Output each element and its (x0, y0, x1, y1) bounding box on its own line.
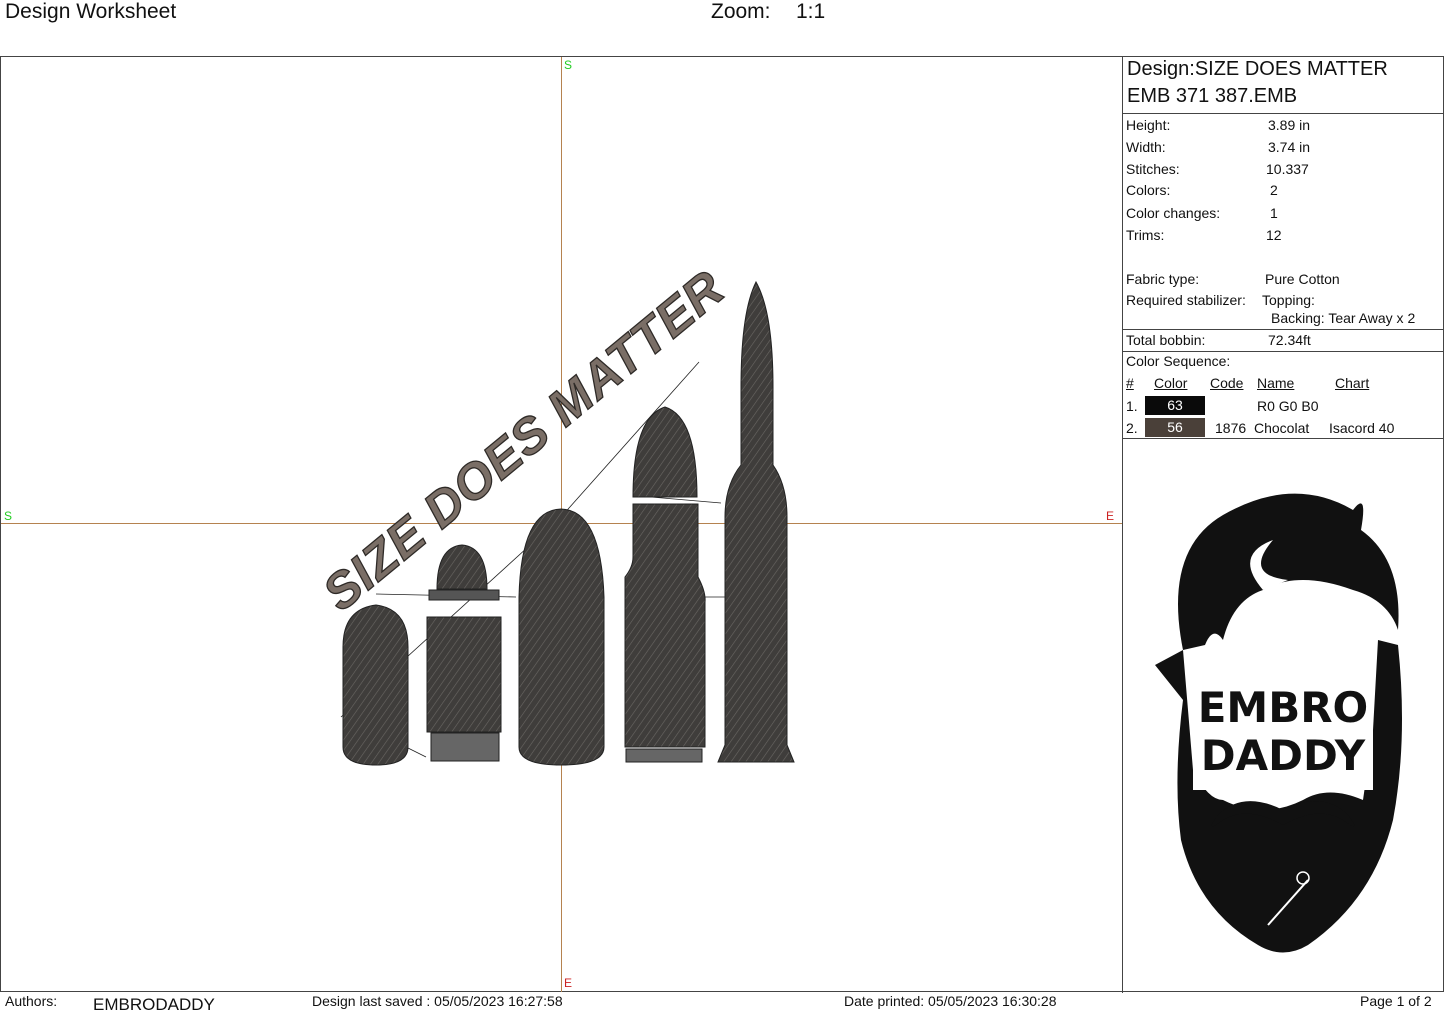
color-row-2-code: 1876 (1215, 420, 1247, 436)
divider (1123, 438, 1444, 439)
bobbin-value: 72.34ft (1268, 332, 1311, 348)
height-label: Height: (1126, 117, 1171, 133)
backing-value: Backing: Tear Away x 2 (1271, 310, 1416, 326)
col-header-code: Code (1210, 375, 1244, 391)
fabric-type-label: Fabric type: (1126, 271, 1200, 287)
divider (1123, 351, 1444, 352)
col-header-num: # (1126, 375, 1134, 391)
trims-label: Trims: (1126, 227, 1165, 243)
design-file-name: EMB 371 387.EMB (1127, 85, 1298, 107)
stabilizer-label: Required stabilizer: (1126, 292, 1246, 308)
color-row-2-num: 2. (1126, 420, 1138, 436)
col-header-chart: Chart (1335, 375, 1370, 391)
bullet-2 (426, 544, 502, 762)
design-name: Design:SIZE DOES MATTER (1127, 58, 1388, 80)
bullet-1 (342, 604, 409, 766)
worksheet-title: Design Worksheet (5, 0, 177, 23)
embroidery-preview: SIZE DOES MATTER (312, 259, 795, 766)
bullet-4 (624, 406, 706, 763)
height-value: 3.89 in (1268, 117, 1311, 133)
bullet-3 (518, 508, 605, 766)
col-header-name: Name (1257, 375, 1295, 391)
color-changes-value: 1 (1270, 205, 1278, 221)
logo-line-2: DADDY (1201, 731, 1366, 780)
hair-shape (1178, 493, 1399, 650)
color-row-2-name: Chocolat (1254, 420, 1310, 436)
col-header-color: Color (1154, 375, 1188, 391)
divider (1123, 329, 1444, 330)
divider (1123, 113, 1444, 114)
stitches-value: 10.337 (1266, 161, 1309, 177)
date-printed: Date printed: 05/05/2023 16:30:28 (844, 993, 1057, 1009)
zoom-value: 1:1 (796, 0, 826, 23)
trims-value: 12 (1266, 227, 1282, 243)
color-row-1-num: 1. (1126, 398, 1138, 414)
color-row-1-name: R0 G0 B0 (1257, 398, 1319, 414)
width-value: 3.74 in (1268, 139, 1311, 155)
last-saved: Design last saved : 05/05/2023 16:27:58 (312, 993, 563, 1009)
authors-value: EMBRODADDY (93, 995, 215, 1014)
color-sequence-title: Color Sequence: (1126, 353, 1231, 369)
color-changes-label: Color changes: (1126, 205, 1221, 221)
width-label: Width: (1126, 139, 1166, 155)
fabric-type-value: Pure Cotton (1265, 271, 1340, 287)
zoom-label: Zoom: (711, 0, 771, 23)
bullet-5 (717, 280, 795, 763)
topping-label: Topping: (1262, 292, 1315, 308)
colors-value: 2 (1270, 182, 1278, 198)
bobbin-label: Total bobbin: (1126, 332, 1206, 348)
logo-line-1: EMBRO (1198, 683, 1369, 732)
color-row-2-chart: Isacord 40 (1329, 420, 1395, 436)
color-swatch-2: 56 (1145, 418, 1205, 437)
page-number: Page 1 of 2 (1360, 993, 1432, 1009)
embrodaddy-logo: EMBRO DADDY (1155, 493, 1402, 953)
stitches-label: Stitches: (1126, 161, 1180, 177)
authors-label: Authors: (5, 993, 58, 1009)
color-swatch-1: 63 (1145, 396, 1205, 415)
colors-label: Colors: (1126, 182, 1171, 198)
